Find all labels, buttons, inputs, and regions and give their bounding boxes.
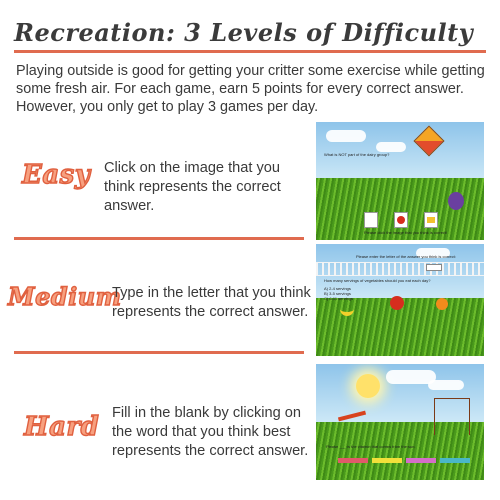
level-easy-label: Easy: [21, 159, 91, 190]
fence: [316, 262, 484, 276]
preview-question: Please ___ is the vitamin that comes fro…: [326, 444, 416, 449]
cloud: [376, 142, 406, 152]
kite-icon: [413, 125, 445, 157]
sun-icon: [356, 374, 380, 398]
cloud: [326, 130, 366, 142]
critter-icon: [448, 192, 464, 210]
easy-game-preview: What is NOT part of the dairy group? Ple…: [316, 122, 484, 240]
word-choice-4[interactable]: [440, 458, 470, 463]
title-divider: [14, 50, 486, 53]
cloud: [428, 380, 464, 390]
section-divider-2: [14, 351, 304, 354]
level-medium-instruction: Type in the letter that you think repres…: [112, 285, 311, 320]
answer-option-cheese[interactable]: [424, 212, 438, 228]
preview-footer: Please click the image that you think is…: [364, 230, 448, 235]
word-choice-1[interactable]: [338, 458, 368, 463]
preview-question: What is NOT part of the dairy group?: [324, 152, 390, 157]
medium-game-preview: Please enter the letter of the answer yo…: [316, 244, 484, 356]
section-divider-1: [14, 237, 304, 240]
apple-icon: [390, 296, 404, 310]
page-title: Recreation: 3 Levels of Difficulty: [14, 18, 474, 47]
option-c: C) 6-11 servings: [324, 296, 354, 301]
answer-option-apple[interactable]: [394, 212, 408, 228]
cheese-icon: [427, 217, 435, 223]
orange-icon: [436, 298, 448, 310]
intro-text: Playing outside is good for getting your…: [16, 63, 485, 115]
preview-header: Please enter the letter of the answer yo…: [356, 254, 456, 259]
apple-icon: [397, 216, 405, 224]
answer-option-milk[interactable]: [364, 212, 378, 228]
seesaw-icon: [337, 410, 367, 422]
answer-input[interactable]: [426, 264, 442, 271]
level-easy-instruction: Click on the image that you think repres…: [104, 160, 281, 214]
level-hard-label: Hard: [23, 411, 100, 442]
level-hard-instruction: Fill in the blank by clicking on the wor…: [112, 405, 309, 459]
swing-set-icon: [434, 398, 470, 435]
word-choice-2[interactable]: [372, 458, 402, 463]
preview-question: How many servings of vegetables should y…: [324, 278, 431, 283]
level-medium-label: Medium: [7, 281, 122, 311]
hard-game-preview: Please ___ is the vitamin that comes fro…: [316, 364, 484, 480]
word-choice-3[interactable]: [406, 458, 436, 463]
